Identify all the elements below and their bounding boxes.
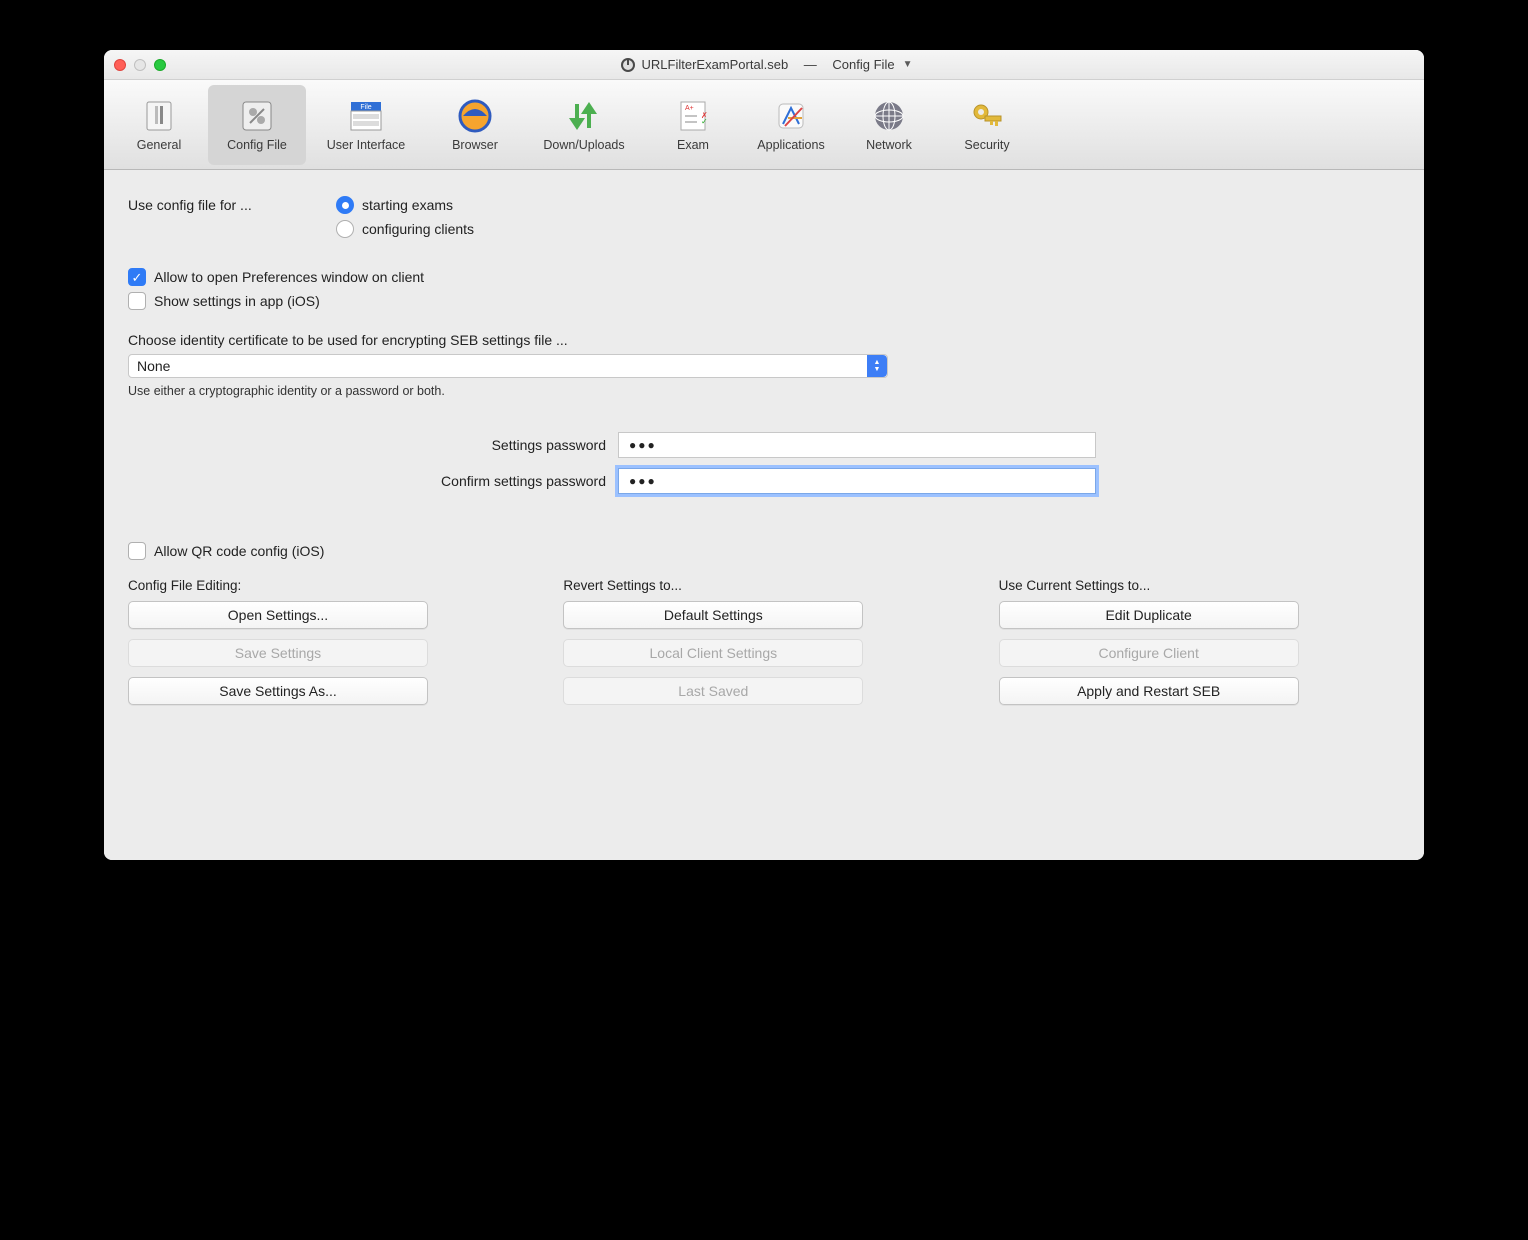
identity-cert-hint: Use either a cryptographic identity or a… [128, 384, 1400, 398]
confirm-password-label: Confirm settings password [128, 473, 618, 489]
allow-qr-label: Allow QR code config (iOS) [154, 543, 324, 559]
use-current-settings-column: Use Current Settings to... Edit Duplicat… [999, 578, 1400, 715]
local-client-settings-button: Local Client Settings [563, 639, 863, 667]
chevron-down-icon[interactable]: ▼ [903, 59, 913, 70]
user-interface-icon: File [348, 98, 384, 134]
confirm-password-input[interactable]: ●●● [618, 468, 1096, 494]
traffic-lights [114, 59, 166, 71]
config-file-icon [239, 98, 275, 134]
config-file-editing-label: Config File Editing: [128, 578, 529, 593]
updown-icon: ▲▼ [867, 355, 887, 377]
save-settings-as-button[interactable]: Save Settings As... [128, 677, 428, 705]
default-settings-button[interactable]: Default Settings [563, 601, 863, 629]
window-title: URLFilterExamPortal.seb — Config File ▼ [178, 57, 1354, 73]
close-window-button[interactable] [114, 59, 126, 71]
content-pane: Use config file for ... starting exams c… [104, 170, 1424, 860]
tab-general[interactable]: General [110, 85, 208, 165]
identity-cert-value: None [137, 358, 170, 374]
title-separator: — [804, 57, 817, 72]
document-icon [620, 57, 636, 73]
tab-browser-label: Browser [452, 138, 498, 152]
network-icon [871, 98, 907, 134]
tab-user-interface-label: User Interface [327, 138, 406, 152]
tab-down-uploads-label: Down/Uploads [543, 138, 624, 152]
exam-icon: A+✗✓ [675, 98, 711, 134]
tab-general-label: General [137, 138, 181, 152]
tab-config-file-label: Config File [227, 138, 287, 152]
tab-security[interactable]: Security [938, 85, 1036, 165]
applications-icon [773, 98, 809, 134]
tab-user-interface[interactable]: File User Interface [306, 85, 426, 165]
radio-configuring-clients-label: configuring clients [362, 221, 474, 237]
tab-network[interactable]: Network [840, 85, 938, 165]
save-settings-button: Save Settings [128, 639, 428, 667]
revert-settings-label: Revert Settings to... [563, 578, 964, 593]
tab-exam-label: Exam [677, 138, 709, 152]
toolbar: General Config File File User Interface … [104, 80, 1424, 170]
down-uploads-icon [566, 98, 602, 134]
settings-password-input[interactable]: ●●● [618, 432, 1096, 458]
svg-text:✓: ✓ [701, 117, 708, 126]
use-current-settings-label: Use Current Settings to... [999, 578, 1400, 593]
title-filename: URLFilterExamPortal.seb [642, 57, 789, 72]
config-file-editing-column: Config File Editing: Open Settings... Sa… [128, 578, 529, 715]
radio-configuring-clients[interactable] [336, 220, 354, 238]
identity-cert-select[interactable]: None ▲▼ [128, 354, 888, 378]
tab-network-label: Network [866, 138, 912, 152]
apply-restart-button[interactable]: Apply and Restart SEB [999, 677, 1299, 705]
tab-applications-label: Applications [757, 138, 824, 152]
preferences-window: URLFilterExamPortal.seb — Config File ▼ … [104, 50, 1424, 860]
tab-config-file[interactable]: Config File [208, 85, 306, 165]
settings-password-label: Settings password [128, 437, 618, 453]
checkbox-allow-qr[interactable] [128, 542, 146, 560]
zoom-window-button[interactable] [154, 59, 166, 71]
tab-applications[interactable]: Applications [742, 85, 840, 165]
radio-starting-exams-label: starting exams [362, 197, 453, 213]
tab-browser[interactable]: Browser [426, 85, 524, 165]
edit-duplicate-button[interactable]: Edit Duplicate [999, 601, 1299, 629]
svg-text:A+: A+ [685, 105, 694, 112]
identity-cert-label: Choose identity certificate to be used f… [128, 332, 1400, 348]
open-settings-button[interactable]: Open Settings... [128, 601, 428, 629]
use-config-file-for-label: Use config file for ... [128, 197, 336, 213]
allow-preferences-label: Allow to open Preferences window on clie… [154, 269, 424, 285]
last-saved-button: Last Saved [563, 677, 863, 705]
tab-exam[interactable]: A+✗✓ Exam [644, 85, 742, 165]
security-icon [969, 98, 1005, 134]
minimize-window-button[interactable] [134, 59, 146, 71]
settings-password-value: ●●● [629, 438, 657, 452]
general-icon [141, 98, 177, 134]
radio-starting-exams[interactable] [336, 196, 354, 214]
show-settings-ios-label: Show settings in app (iOS) [154, 293, 320, 309]
configure-client-button: Configure Client [999, 639, 1299, 667]
tab-down-uploads[interactable]: Down/Uploads [524, 85, 644, 165]
titlebar: URLFilterExamPortal.seb — Config File ▼ [104, 50, 1424, 80]
title-section: Config File [832, 57, 894, 72]
svg-text:File: File [360, 104, 371, 111]
checkbox-show-settings-ios[interactable] [128, 292, 146, 310]
confirm-password-value: ●●● [629, 474, 657, 488]
browser-icon [457, 98, 493, 134]
revert-settings-column: Revert Settings to... Default Settings L… [563, 578, 964, 715]
tab-security-label: Security [964, 138, 1009, 152]
checkbox-allow-preferences[interactable] [128, 268, 146, 286]
